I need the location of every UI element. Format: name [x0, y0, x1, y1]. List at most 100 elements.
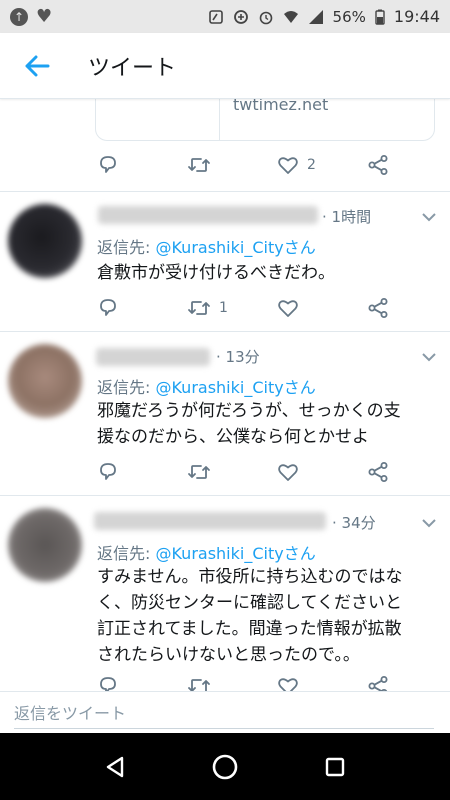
- tweet-text-line: 訂正されてました。間違った情報が拡散: [97, 619, 402, 639]
- share-button[interactable]: [367, 296, 450, 320]
- tweet-actions: 2: [97, 153, 450, 177]
- reply-to-line: 返信先: @Kurashiki_Cityさん: [97, 234, 316, 258]
- system-nav-bar: [0, 733, 450, 800]
- reply-handle-link[interactable]: @Kurashiki_City: [155, 378, 283, 397]
- reply-handle-link[interactable]: @Kurashiki_City: [155, 238, 283, 257]
- reply-icon: [100, 156, 116, 173]
- retweet-button[interactable]: 1: [187, 296, 277, 320]
- reply-icon: [100, 677, 116, 691]
- nav-recents-button[interactable]: [310, 742, 360, 792]
- reply-composer: [0, 691, 450, 733]
- signal-icon: [308, 9, 323, 24]
- reply-button[interactable]: [97, 460, 187, 484]
- share-button[interactable]: [367, 460, 450, 484]
- reply-to-line: 返信先: @Kurashiki_Cityさん: [97, 540, 316, 564]
- avatar[interactable]: [8, 508, 82, 582]
- tweet-text-line: すみません。市役所に持ち込むのではな: [97, 567, 403, 587]
- tweet-feed[interactable]: twtimez.net 2 · 1時間 返信先: @Kurashiki_City…: [0, 99, 450, 691]
- page: ↑ ♥ 56% 19:44 ツイート twtimez.net 2 · 1時間 返…: [0, 0, 450, 800]
- retweet-button[interactable]: [187, 153, 277, 177]
- tweet-text-line: 邪魔だろうが何だろうが、せっかくの支: [97, 401, 401, 421]
- reply-handle-suffix: さん: [283, 378, 316, 397]
- avatar[interactable]: [8, 204, 82, 278]
- tweet-item[interactable]: · 13分 返信先: @Kurashiki_Cityさん 邪魔だろうが何だろうが…: [0, 331, 450, 495]
- link-card-domain: twtimez.net: [233, 99, 329, 114]
- reply-handle-link[interactable]: @Kurashiki_City: [155, 544, 283, 563]
- like-button[interactable]: [277, 296, 367, 320]
- share-icon: [368, 462, 388, 482]
- tweet-time: · 1時間: [322, 208, 372, 226]
- retweet-icon: [188, 158, 210, 172]
- share-icon: [368, 155, 388, 175]
- tweet-text: 倉敷市が受け付けるべきだわ。: [97, 263, 335, 283]
- retweet-button[interactable]: [187, 674, 277, 691]
- like-button[interactable]: [277, 460, 367, 484]
- like-button[interactable]: 2: [277, 153, 367, 177]
- chevron-down-icon[interactable]: [422, 352, 436, 362]
- like-button[interactable]: [277, 674, 367, 691]
- upload-icon: ↑: [10, 7, 28, 26]
- nav-home-button[interactable]: [200, 742, 250, 792]
- wifi-icon: [283, 10, 298, 23]
- chevron-down-icon[interactable]: [422, 212, 436, 222]
- tweet-actions: [97, 460, 450, 484]
- heart-outline-icon: [278, 157, 298, 174]
- tweet-time: · 13分: [216, 348, 260, 366]
- share-icon: [368, 676, 388, 691]
- user-name[interactable]: [98, 206, 318, 224]
- tweet-text-line: く、防災センターに確認してくださいと: [97, 593, 402, 613]
- tweet-actions: [97, 674, 450, 691]
- nfc-icon: [208, 9, 223, 24]
- heart-icon: ♥: [36, 5, 53, 27]
- card-divider: [219, 99, 220, 141]
- back-button[interactable]: [0, 33, 74, 99]
- retweet-button[interactable]: [187, 460, 277, 484]
- reply-handle-suffix: さん: [283, 544, 316, 563]
- link-card[interactable]: twtimez.net: [95, 99, 435, 141]
- retweet-icon: [188, 465, 210, 479]
- tweet-actions: 1: [97, 296, 450, 320]
- nav-back-button[interactable]: [90, 742, 140, 792]
- status-bar: ↑ ♥ 56% 19:44: [0, 0, 450, 33]
- retweet-icon: [188, 679, 210, 691]
- battery-icon: [375, 9, 385, 25]
- battery-percent: 56%: [332, 7, 366, 26]
- tweet-text: すみません。市役所に持ち込むのではな く、防災センターに確認してくださいと 訂正…: [97, 564, 437, 668]
- clock: 19:44: [393, 7, 440, 26]
- share-icon: [368, 298, 388, 318]
- reply-to-label: 返信先:: [97, 238, 156, 257]
- tweet-time: · 34分: [332, 514, 376, 532]
- tweet-text-line: 援なのだから、公僕なら何とかせよ: [97, 427, 369, 447]
- chevron-down-icon[interactable]: [422, 518, 436, 528]
- back-arrow-icon: [25, 55, 50, 76]
- user-name[interactable]: [96, 348, 210, 366]
- app-bar: ツイート: [0, 33, 450, 99]
- tweet-text-line: されたらいけないと思ったので。。: [97, 645, 360, 665]
- retweet-icon: [188, 301, 210, 315]
- reply-to-line: 返信先: @Kurashiki_Cityさん: [97, 374, 316, 398]
- reply-button[interactable]: [97, 674, 187, 691]
- reply-button[interactable]: [97, 296, 187, 320]
- reply-handle-suffix: さん: [283, 238, 316, 257]
- heart-outline-icon: [278, 678, 298, 691]
- reply-icon: [100, 299, 116, 316]
- reply-input[interactable]: [14, 699, 434, 729]
- triangle-back-icon: [106, 756, 124, 777]
- avatar[interactable]: [8, 344, 82, 418]
- page-title: ツイート: [88, 55, 177, 81]
- alarm-icon: [259, 11, 272, 24]
- data-saver-icon: [233, 9, 248, 24]
- tweet-text: 邪魔だろうが何だろうが、せっかくの支 援なのだから、公僕なら何とかせよ: [97, 398, 437, 450]
- square-recents-icon: [325, 757, 345, 776]
- tweet-item[interactable]: · 1時間 返信先: @Kurashiki_Cityさん 倉敷市が受け付けるべき…: [0, 191, 450, 331]
- user-name[interactable]: [94, 512, 326, 530]
- reply-icon: [100, 463, 116, 480]
- reply-button[interactable]: [97, 153, 187, 177]
- heart-outline-icon: [278, 464, 298, 481]
- heart-outline-icon: [278, 300, 298, 317]
- circle-home-icon: [212, 754, 238, 779]
- tweet-item[interactable]: · 34分 返信先: @Kurashiki_Cityさん すみません。市役所に持…: [0, 495, 450, 691]
- like-count: 2: [307, 157, 316, 173]
- share-button[interactable]: [367, 674, 450, 691]
- share-button[interactable]: [367, 153, 450, 177]
